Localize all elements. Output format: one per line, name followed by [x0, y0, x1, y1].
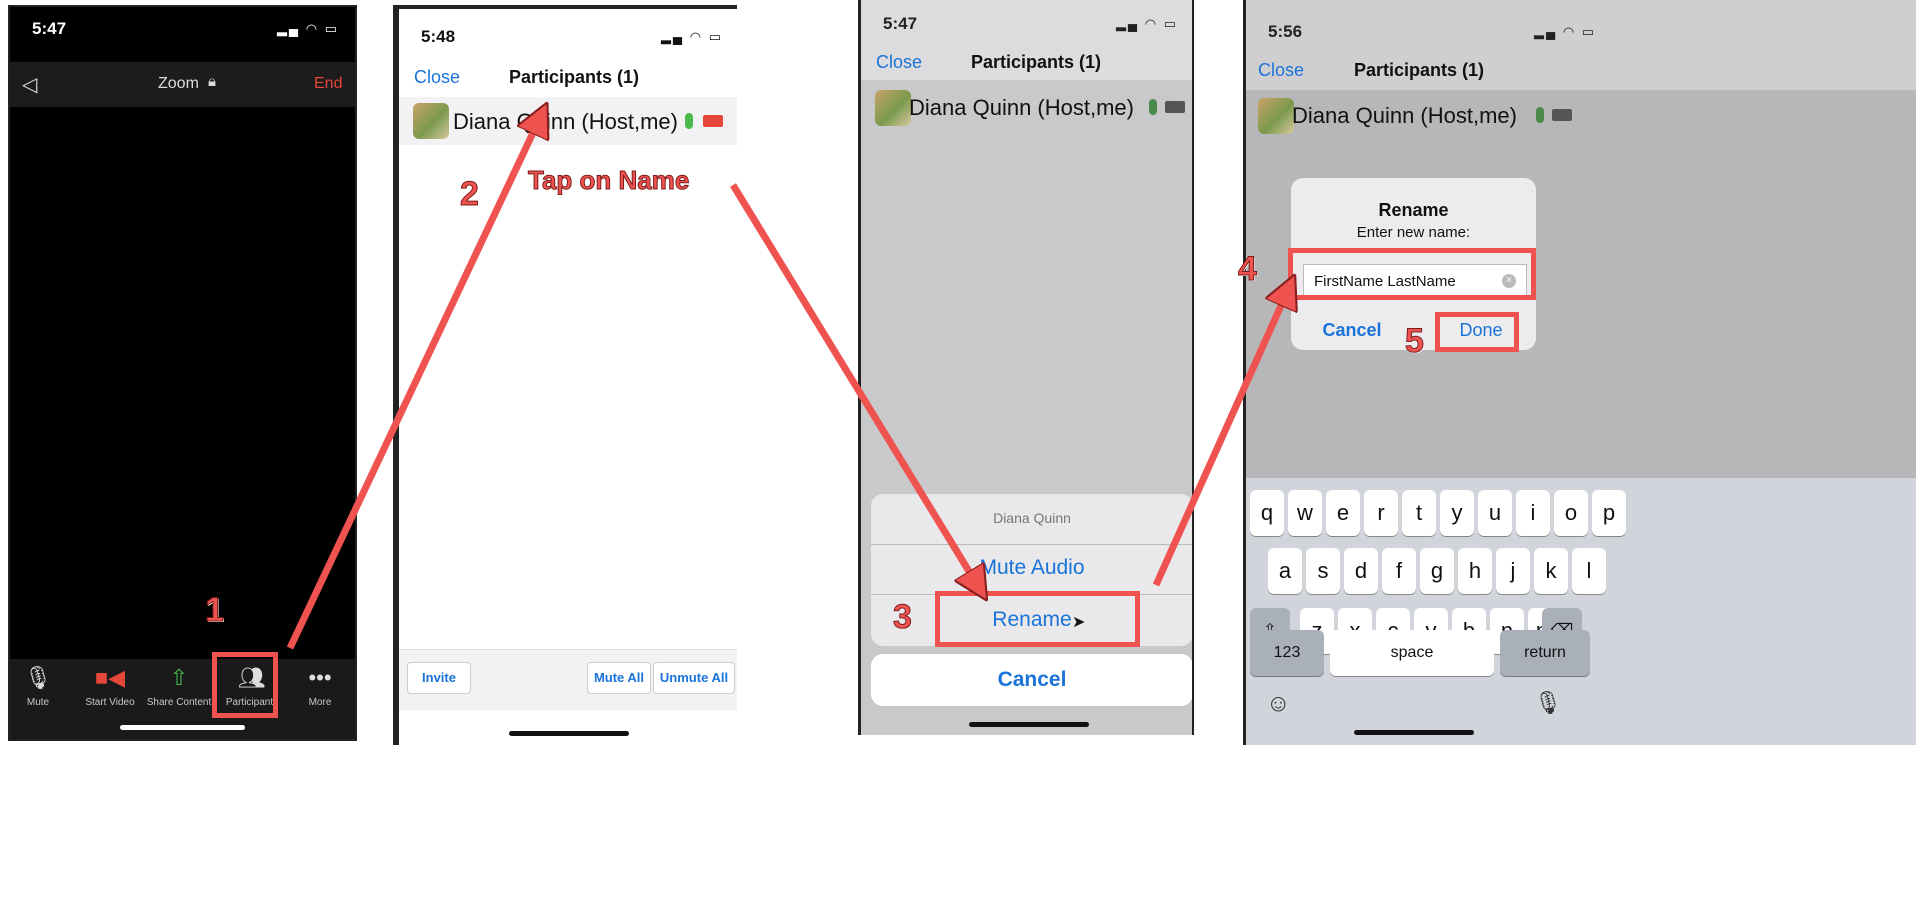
arrow-1-to-2 [286, 118, 540, 650]
arrow-3-to-4 [1152, 290, 1288, 587]
annotation-arrows [286, 0, 1916, 650]
arrow-2-to-3 [730, 183, 978, 586]
